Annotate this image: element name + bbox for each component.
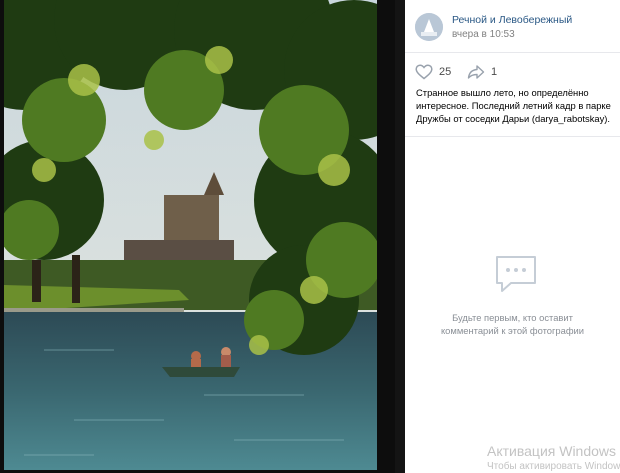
- windows-activation-watermark: Активация Windows Чтобы активировать Win…: [487, 443, 620, 472]
- post-actions: 25 1: [405, 62, 620, 82]
- author-link[interactable]: Речной и Левобережный: [452, 14, 572, 26]
- post-time[interactable]: вчера в 10:53: [452, 29, 515, 40]
- like-button[interactable]: 25: [415, 62, 451, 82]
- post-photo: [4, 0, 377, 470]
- watermark-line1: Активация Windows: [487, 443, 617, 459]
- post-side-panel: Речной и Левобережный вчера в 10:53 25 1…: [405, 0, 620, 473]
- avatar[interactable]: [415, 13, 443, 41]
- heart-icon: [415, 64, 433, 80]
- share-count: 1: [491, 66, 498, 78]
- post-header: Речной и Левобережный вчера в 10:53: [405, 0, 620, 53]
- like-count: 25: [439, 66, 452, 78]
- post-description: Странное вышло лето, но определённо инте…: [416, 87, 611, 124]
- photo-viewer[interactable]: [0, 0, 395, 473]
- divider: [405, 136, 620, 137]
- watermark-line2: Чтобы активировать Windows: [487, 461, 620, 472]
- comment-bubble-icon: [496, 256, 536, 292]
- share-button[interactable]: 1: [467, 62, 497, 82]
- share-icon: [467, 65, 485, 79]
- empty-comments-text: Будьте первым, кто оставит комментарий к…: [440, 312, 585, 336]
